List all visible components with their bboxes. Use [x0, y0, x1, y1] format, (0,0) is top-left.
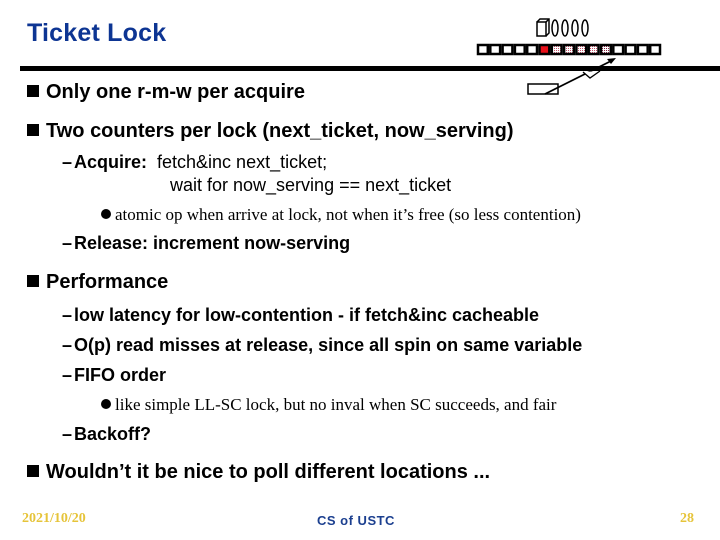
- dash-bullet-icon: –: [62, 335, 73, 355]
- bullet-poll-different: Wouldn’t it be nice to poll different lo…: [27, 461, 490, 484]
- title-rule: [20, 66, 720, 71]
- queue-slot-empty: [525, 43, 539, 56]
- tickets-group: [551, 19, 589, 37]
- slide-title: Ticket Lock: [27, 19, 167, 47]
- dash-bullet-icon: –: [62, 152, 73, 172]
- bullet-two-counters: Two counters per lock (next_ticket, now_…: [27, 120, 514, 143]
- acquire-label: Acquire:: [74, 152, 148, 172]
- dash-bullet-icon: –: [62, 233, 73, 253]
- ticket-icon: [551, 19, 559, 37]
- sub-fifo-order: – FIFO order: [62, 365, 166, 386]
- dash-bullet-icon: –: [62, 305, 73, 325]
- sub-text: Backoff?: [74, 424, 152, 444]
- ticket-diagram-svg: [476, 18, 662, 95]
- ticket-icon: [561, 19, 569, 37]
- sub-acquire: – Acquire: fetch&inc next_ticket;: [62, 152, 327, 173]
- page-number: 28: [680, 511, 694, 526]
- note-text: like simple LL-SC lock, but no inval whe…: [115, 395, 557, 414]
- bullet-text: Two counters per lock (next_ticket, now_…: [46, 120, 514, 142]
- bullet-performance: Performance: [27, 271, 168, 294]
- sub-text: O(p) read misses at release, since all s…: [74, 335, 583, 355]
- queue-slot-empty: [501, 43, 514, 56]
- queue-slot-empty: [624, 43, 637, 56]
- ticket-icon: [581, 19, 589, 37]
- queue-slot-empty: [612, 43, 625, 56]
- footer-org: CS of USTC: [317, 513, 395, 528]
- queue-slot-waiting: [587, 43, 600, 56]
- note-atomic-op: atomic op when arrive at lock, not when …: [101, 205, 581, 225]
- sub-low-latency: – low latency for low-contention - if fet…: [62, 305, 539, 326]
- queue-slot-empty: [636, 43, 649, 56]
- queue-slot-waiting: [575, 43, 588, 56]
- queue-slot-empty: [648, 43, 662, 56]
- acquire-code-line1: fetch&inc next_ticket;: [157, 152, 328, 172]
- sub-text: low latency for low-contention - if fetc…: [74, 305, 540, 325]
- queue-slots: [476, 43, 662, 56]
- queue-slot-empty: [513, 43, 526, 56]
- pointer-arrow-icon: [527, 58, 616, 95]
- footer-date: 2021/10/20: [22, 511, 86, 526]
- dispenser-box-icon: [536, 18, 550, 37]
- square-bullet-icon: [27, 465, 39, 477]
- bullet-only-one-rmw: Only one r-m-w per acquire: [27, 81, 305, 104]
- dot-bullet-icon: [101, 399, 111, 409]
- queue-slot-waiting: [562, 43, 576, 56]
- dash-bullet-icon: –: [62, 365, 73, 385]
- ticket-lock-diagram: [470, 14, 670, 104]
- bullet-text: Performance: [46, 271, 169, 293]
- square-bullet-icon: [27, 275, 39, 287]
- sub-release: – Release: increment now-serving: [62, 233, 350, 254]
- square-bullet-icon: [27, 124, 39, 136]
- dot-bullet-icon: [101, 209, 111, 219]
- dash-bullet-icon: –: [62, 424, 73, 444]
- acquire-code-line2: wait for now_serving == next_ticket: [170, 175, 452, 195]
- sub-backoff: – Backoff?: [62, 424, 151, 445]
- bullet-text: Only one r-m-w per acquire: [46, 81, 305, 103]
- square-bullet-icon: [27, 85, 39, 97]
- queue-slot-empty: [489, 43, 502, 56]
- note-text: atomic op when arrive at lock, not when …: [115, 205, 581, 224]
- bullet-text: Wouldn’t it be nice to poll different lo…: [46, 461, 491, 483]
- note-like-ll-sc: like simple LL-SC lock, but no inval whe…: [101, 395, 556, 415]
- queue-slot-serving: [538, 43, 551, 56]
- ticket-icon: [571, 19, 579, 37]
- sub-text: FIFO order: [74, 365, 167, 385]
- queue-slot-empty: [476, 43, 490, 56]
- queue-slot-waiting: [550, 43, 563, 56]
- queue-slot-next: [599, 43, 613, 56]
- sub-op-read-misses: – O(p) read misses at release, since all …: [62, 335, 582, 356]
- release-text: Release: increment now-serving: [74, 233, 351, 253]
